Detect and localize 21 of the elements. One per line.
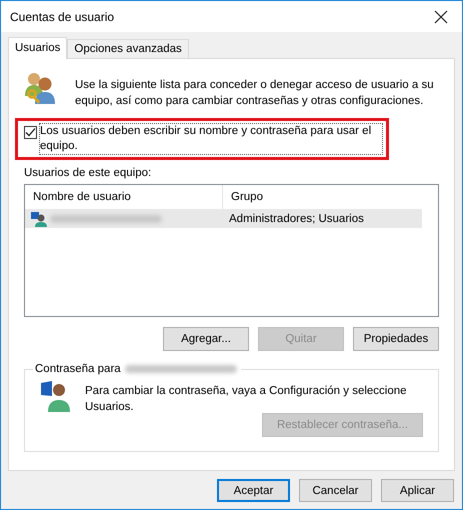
dialog-button[interactable]: Cancelar	[299, 479, 372, 502]
list-row[interactable]: Administradores; Usuarios	[25, 209, 422, 228]
user-computer-icon	[40, 380, 72, 412]
users-key-icon	[23, 70, 57, 106]
list-button[interactable]: Propiedades	[353, 327, 439, 351]
checkbox-label[interactable]: Los usuarios deben escribir su nombre y contraseña para usar el equipo.	[40, 124, 382, 154]
dialog-button[interactable]: Aceptar	[217, 479, 290, 502]
list-button[interactable]: Agregar...	[163, 327, 249, 351]
checkbox[interactable]	[24, 126, 37, 139]
group-legend: Contraseña para	[35, 363, 121, 375]
tab[interactable]: Usuarios	[8, 37, 68, 59]
intro-text: Use la siguiente lista para conceder o denegar acceso de usuario a su equipo, así como para cambiar contraseñas y otras configuraciones.	[75, 78, 435, 109]
password-message: Para cambiar la contraseña, vaya a Configuración y seleccione Usuarios.	[85, 384, 408, 415]
user-icon	[31, 210, 47, 226]
window-title: Cuentas de usuario	[10, 10, 114, 24]
column-header[interactable]: Grupo	[223, 185, 263, 209]
table-cell-text: Administradores; Usuarios	[228, 212, 364, 224]
close-icon[interactable]	[434, 10, 448, 24]
list-label: Usuarios de este equipo:	[24, 167, 152, 179]
tab[interactable]: Opciones avanzadas	[67, 39, 189, 58]
dialog-button[interactable]: Aplicar	[381, 479, 454, 502]
